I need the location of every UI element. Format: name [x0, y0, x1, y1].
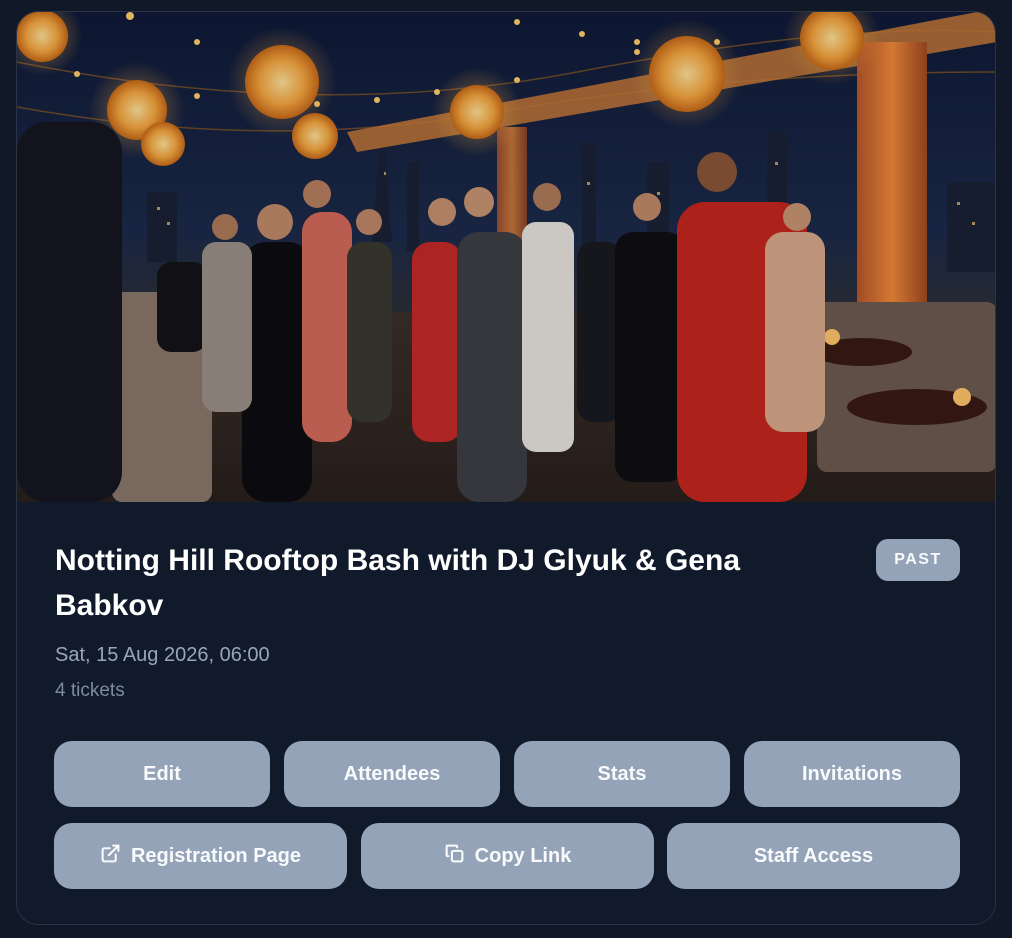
copy-link-button-label: Copy Link: [474, 844, 572, 867]
registration-page-button-label: Registration Page: [130, 844, 302, 867]
copy-link-button[interactable]: Copy Link: [361, 823, 654, 889]
ticket-count: 4 tickets: [55, 680, 125, 701]
stats-button-label: Stats: [597, 762, 647, 785]
registration-page-button[interactable]: Registration Page: [54, 823, 347, 889]
event-cover-image: [17, 12, 995, 502]
stats-button[interactable]: Stats: [514, 741, 730, 807]
edit-button-label: Edit: [143, 762, 181, 785]
staff-access-button[interactable]: Staff Access: [667, 823, 960, 889]
invitations-button-label: Invitations: [801, 762, 902, 785]
attendees-button-label: Attendees: [343, 762, 441, 785]
copy-icon: [444, 843, 465, 870]
event-title: Notting Hill Rooftop Bash with DJ Glyuk …: [55, 544, 741, 622]
staff-access-button-label: Staff Access: [753, 844, 874, 867]
attendees-button[interactable]: Attendees: [284, 741, 500, 807]
status-badge: PAST: [876, 539, 960, 581]
edit-button[interactable]: Edit: [54, 741, 270, 807]
external-link-icon: [100, 843, 121, 870]
event-datetime: Sat, 15 Aug 2026, 06:00: [55, 644, 270, 666]
event-card: Notting Hill Rooftop Bash with DJ Glyuk …: [16, 11, 996, 925]
invitations-button[interactable]: Invitations: [744, 741, 960, 807]
